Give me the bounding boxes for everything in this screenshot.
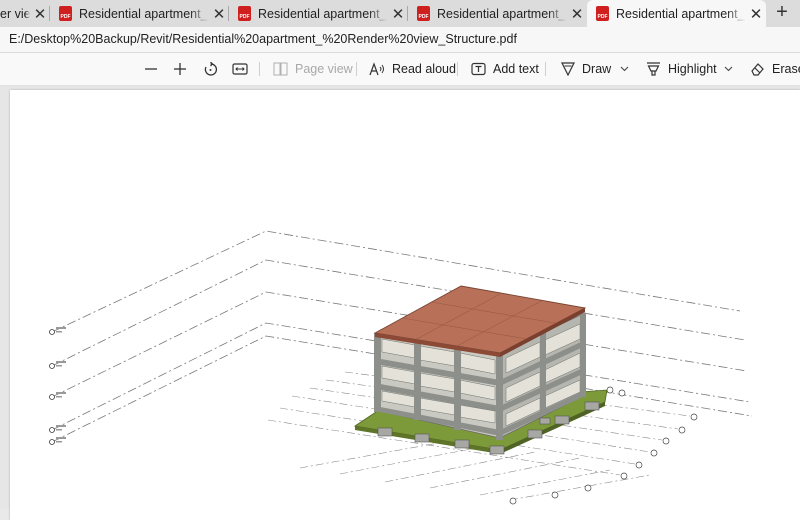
erase-button[interactable]: Erase (750, 53, 800, 85)
address-text: E:/Desktop%20Backup/Revit/Residential%20… (9, 32, 517, 46)
pdf-file-icon: PDF (238, 6, 251, 21)
fit-page-button[interactable] (232, 53, 248, 85)
read-aloud-icon (369, 62, 384, 76)
level-markers (49, 329, 55, 445)
minus-icon (145, 68, 157, 70)
close-icon[interactable]: ✕ (388, 5, 408, 23)
pdf-page (10, 90, 800, 520)
tab-1[interactable]: er view ✕ (0, 0, 50, 27)
tab-3[interactable]: PDF Residential apartment_ Render view_S… (229, 0, 408, 27)
read-aloud-label: Read aloud (392, 62, 456, 76)
plus-icon (174, 63, 186, 75)
page-view-label: Page view (295, 62, 353, 76)
rotate-icon (204, 61, 218, 76)
chevron-down-icon (724, 66, 733, 72)
address-bar[interactable]: E:/Desktop%20Backup/Revit/Residential%20… (0, 27, 800, 53)
pdf-file-icon: PDF (596, 6, 609, 21)
zoom-out-button[interactable] (144, 53, 158, 85)
page-view-button[interactable]: Page view (273, 53, 353, 85)
read-aloud-button[interactable]: Read aloud (369, 53, 456, 85)
pdf-file-icon: PDF (417, 6, 430, 21)
tab-title: Residential apartment_ Render view_Struc… (79, 6, 209, 21)
eraser-icon (751, 63, 764, 76)
new-tab-button[interactable]: + (768, 0, 796, 27)
draw-button[interactable]: Draw (561, 53, 611, 85)
add-text-icon (471, 62, 486, 76)
pdf-toolbar: Page view Read aloud Add text Draw Highl… (0, 53, 800, 86)
zoom-in-button[interactable] (173, 53, 187, 85)
add-text-button[interactable]: Add text (471, 53, 539, 85)
draw-options-dropdown[interactable] (620, 53, 629, 85)
close-icon[interactable]: ✕ (30, 5, 50, 23)
close-icon[interactable]: ✕ (746, 5, 766, 23)
draw-label: Draw (582, 62, 612, 76)
tab-strip: er view ✕ PDF Residential apartment_ Ren… (0, 0, 800, 27)
tab-title: er view (0, 6, 30, 21)
erase-label: Erase (772, 62, 800, 76)
pdf-file-icon: PDF (59, 6, 72, 21)
tab-2[interactable]: PDF Residential apartment_ Render view_S… (50, 0, 229, 27)
draw-icon (561, 62, 575, 76)
tab-title: Residential apartment_ Render view_Struc… (616, 6, 746, 21)
highlight-label: Highlight (668, 62, 717, 76)
fit-width-icon (232, 63, 248, 75)
pdf-viewer[interactable] (0, 86, 800, 520)
tab-active[interactable]: PDF Residential apartment_ Render view_S… (587, 0, 766, 27)
structure-3d-render (49, 230, 753, 505)
tab-title: Residential apartment_ Render view_Struc… (437, 6, 567, 21)
rotate-button[interactable] (203, 53, 218, 85)
highlight-button[interactable]: Highlight (646, 53, 717, 85)
close-icon[interactable]: ✕ (209, 5, 229, 23)
tab-4[interactable]: PDF Residential apartment_ Render view_S… (408, 0, 587, 27)
level-tag-marks (56, 327, 66, 443)
page-view-icon (273, 62, 288, 76)
highlight-options-dropdown[interactable] (724, 53, 733, 85)
add-text-label: Add text (493, 62, 539, 76)
close-icon[interactable]: ✕ (567, 5, 587, 23)
highlight-icon (647, 62, 660, 76)
chevron-down-icon (620, 66, 629, 72)
tab-title: Residential apartment_ Render view_Struc… (258, 6, 388, 21)
